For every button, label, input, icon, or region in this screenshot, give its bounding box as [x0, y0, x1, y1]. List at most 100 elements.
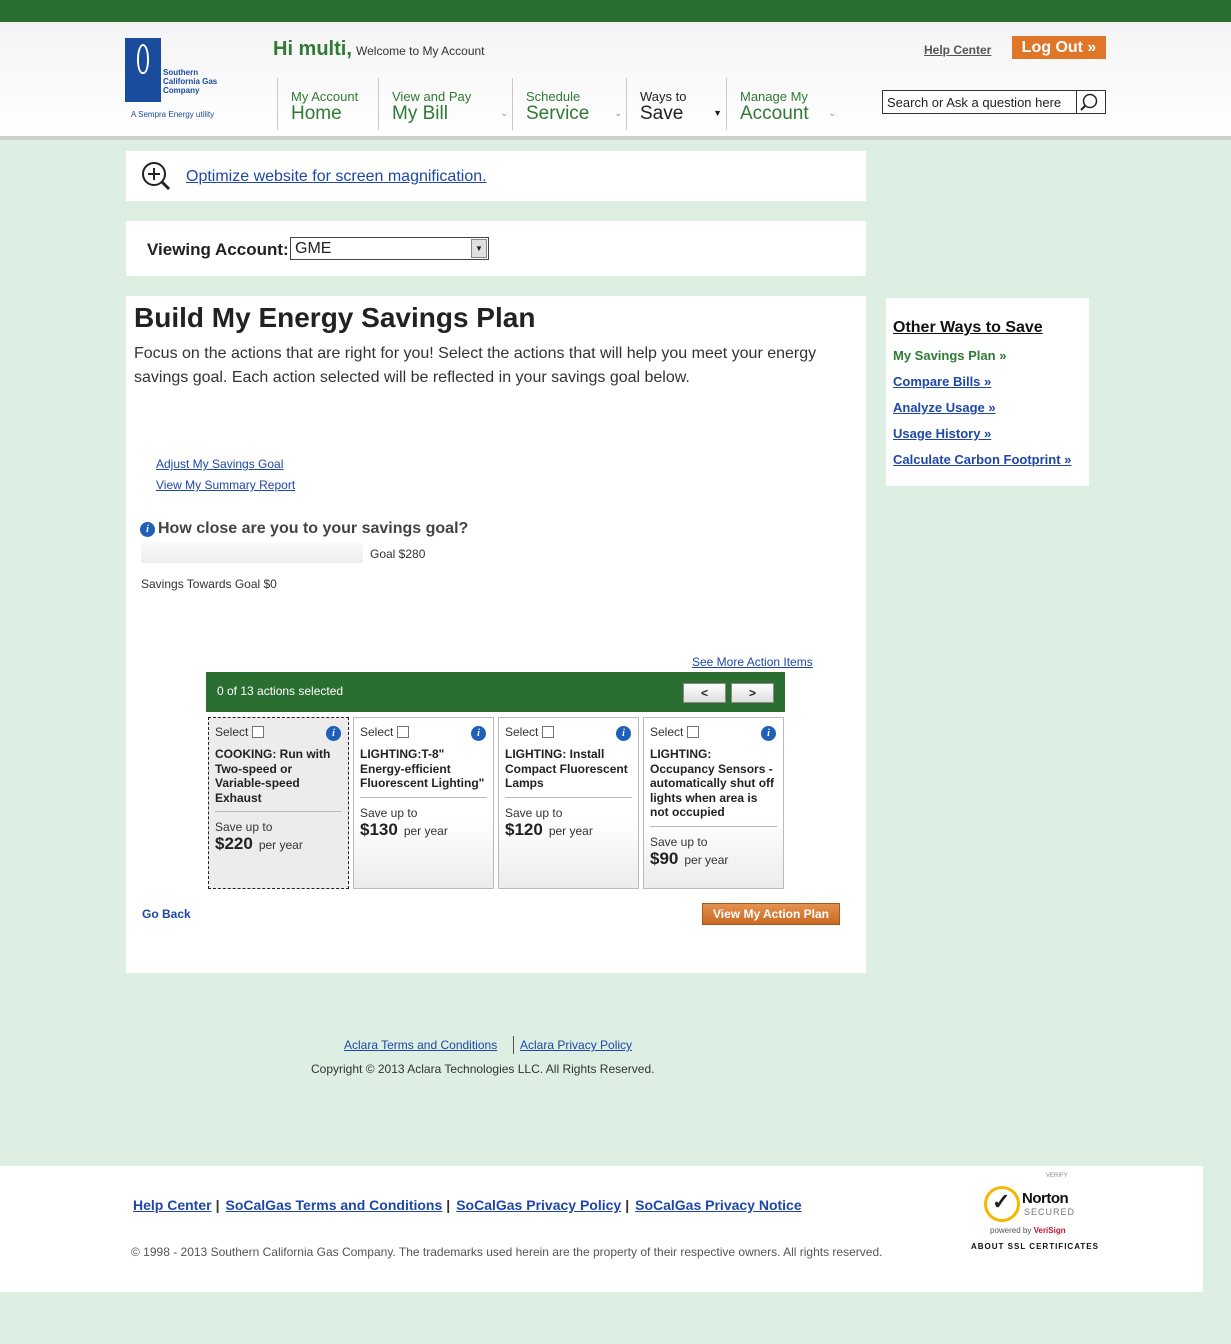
sidebar-title: Other Ways to Save [893, 319, 1043, 336]
nav-big-label: Home [291, 103, 342, 124]
header: Southern California Gas Company A Sempra… [0, 22, 1231, 140]
per-year-label: per year [548, 823, 593, 838]
greeting: Hi multi, [273, 38, 352, 60]
zoom-in-icon[interactable] [140, 161, 172, 191]
nav-small-label: Manage My [740, 89, 808, 104]
nav-my-account-home[interactable]: My Account Home [277, 78, 378, 130]
norton-powered-by: powered by VeriSign [990, 1226, 1066, 1235]
norton-verify: VERIFY [1046, 1173, 1068, 1179]
action-select: Select [505, 725, 632, 739]
action-card[interactable]: Select i LIGHTING: Occupancy Sensors - a… [643, 717, 784, 889]
search-input[interactable] [883, 91, 1077, 113]
per-year-label: per year [403, 823, 448, 838]
footer-privacy-notice-link[interactable]: SoCalGas Privacy Notice [635, 1197, 802, 1213]
goal-question: How close are you to your savings goal? [158, 520, 469, 537]
logout-button[interactable]: Log Out » [1012, 36, 1106, 59]
select-label: Select [650, 725, 684, 739]
goal-amount: Goal $280 [370, 547, 426, 561]
sidebar-link-analyze-usage[interactable]: Analyze Usage » [893, 400, 996, 415]
nav-small-label: View and Pay [392, 89, 472, 104]
action-checkbox[interactable] [252, 726, 265, 738]
search-button[interactable] [1077, 91, 1105, 113]
savings-progress-bar [141, 543, 363, 563]
aclara-terms-link[interactable]: Aclara Terms and Conditions [344, 1038, 497, 1052]
action-card[interactable]: Select i LIGHTING: Install Compact Fluor… [498, 717, 639, 889]
page-title: Build My Energy Savings Plan [134, 302, 536, 333]
nav-big-label: Save [640, 103, 684, 124]
info-icon[interactable]: i [761, 726, 776, 741]
aclara-copyright: Copyright © 2013 Aclara Technologies LLC… [311, 1062, 655, 1076]
savings-towards-goal: Savings Towards Goal $0 [141, 577, 277, 591]
footer: Help Center | SoCalGas Terms and Conditio… [0, 1166, 1203, 1292]
optimize-magnification-link[interactable]: Optimize website for screen magnificatio… [186, 168, 487, 186]
footer-privacy-policy-link[interactable]: SoCalGas Privacy Policy [456, 1197, 621, 1213]
nav-view-pay-bill[interactable]: View and Pay My Bill ⌄ [378, 78, 512, 130]
save-up-to-label: Save up to [360, 805, 418, 820]
view-action-plan-button[interactable]: View My Action Plan [702, 903, 840, 925]
action-card[interactable]: Select i LIGHTING:T-8" Energy-efficient … [353, 717, 494, 889]
viewing-account-label: Viewing Account: [147, 240, 289, 259]
about-ssl-link[interactable]: ABOUT SSL CERTIFICATES [971, 1242, 1099, 1251]
view-summary-report-link[interactable]: View My Summary Report [156, 478, 295, 492]
separator: | [446, 1197, 451, 1213]
save-up-to-label: Save up to [505, 805, 563, 820]
action-title: LIGHTING: Install Compact Fluorescent La… [505, 747, 632, 798]
savings-amount: $130 per year [360, 820, 487, 840]
footer-terms-link[interactable]: SoCalGas Terms and Conditions [226, 1197, 443, 1213]
socalgas-logo[interactable]: Southern California Gas Company A Sempra… [125, 38, 235, 126]
sidebar-link-compare-bills[interactable]: Compare Bills » [893, 374, 991, 389]
nav-small-label: Ways to [640, 89, 687, 104]
action-select: Select [360, 725, 487, 739]
action-title: LIGHTING: Occupancy Sensors - automatica… [650, 747, 777, 827]
info-icon[interactable]: i [140, 521, 155, 537]
main-nav: My Account Home View and Pay My Bill ⌄ S… [277, 78, 840, 130]
check-glyph: ✓ [992, 1189, 1011, 1214]
action-card[interactable]: Select i COOKING: Run with Two-speed or … [208, 717, 349, 889]
help-center-link[interactable]: Help Center [924, 43, 991, 57]
sidebar-link-carbon-footprint[interactable]: Calculate Carbon Footprint » [893, 452, 1071, 467]
info-icon[interactable]: i [616, 726, 631, 741]
info-icon[interactable]: i [326, 726, 341, 741]
savings-plan-panel: Build My Energy Savings Plan Focus on th… [126, 296, 866, 973]
amount-value: $90 [650, 848, 679, 868]
action-title: LIGHTING:T-8" Energy-efficient Fluoresce… [360, 747, 487, 798]
nav-ways-to-save[interactable]: Ways to Save ▼ [626, 78, 726, 130]
footer-help-center-link[interactable]: Help Center [133, 1197, 212, 1213]
nav-schedule-service[interactable]: Schedule Service ⌄ [512, 78, 626, 130]
aclara-privacy-link[interactable]: Aclara Privacy Policy [520, 1038, 632, 1052]
intro-text: Focus on the actions that are right for … [134, 345, 817, 386]
action-checkbox[interactable] [542, 726, 555, 738]
select-label: Select [360, 725, 394, 739]
separator: | [215, 1197, 220, 1213]
sidebar-link-usage-history[interactable]: Usage History » [893, 426, 991, 441]
action-title: COOKING: Run with Two-speed or Variable-… [215, 747, 342, 812]
action-checkbox[interactable] [687, 726, 700, 738]
nav-big-label: Service [526, 103, 590, 124]
savings-amount: $120 per year [505, 820, 632, 840]
nav-small-label: My Account [291, 89, 359, 104]
action-checkbox[interactable] [397, 726, 410, 738]
account-select[interactable]: GME ▼ [290, 237, 489, 260]
verisign-label: VeriSign [1033, 1226, 1066, 1235]
save-up-to-label: Save up to [650, 834, 708, 849]
footer-copyright: © 1998 - 2013 Southern California Gas Co… [131, 1245, 883, 1259]
powered-by-label: powered by [990, 1226, 1032, 1235]
next-page-button[interactable]: > [731, 683, 774, 703]
actions-selected-count: 0 of 13 actions selected [217, 684, 344, 698]
amount-value: $220 [215, 834, 253, 853]
top-bar [0, 0, 1231, 22]
nav-small-label: Schedule [526, 89, 581, 104]
welcome-text: Welcome to My Account [356, 44, 485, 58]
norton-secured-badge[interactable]: VERIFY ✓ Norton SECURED powered by VeriS… [971, 1172, 1098, 1252]
nav-big-label: My Bill [392, 103, 448, 124]
prev-page-button[interactable]: < [683, 683, 726, 703]
info-icon[interactable]: i [471, 726, 486, 741]
footer-links: Help Center | SoCalGas Terms and Conditio… [133, 1197, 802, 1213]
sidebar-link-my-savings-plan[interactable]: My Savings Plan » [893, 348, 1006, 363]
magnification-panel: Optimize website for screen magnificatio… [126, 151, 866, 201]
nav-manage-account[interactable]: Manage My Account ⌄ [726, 78, 840, 130]
see-more-action-items-link[interactable]: See More Action Items [692, 655, 813, 669]
adjust-savings-goal-link[interactable]: Adjust My Savings Goal [156, 457, 283, 471]
go-back-link[interactable]: Go Back [142, 907, 191, 921]
norton-secured: SECURED [1024, 1207, 1076, 1217]
